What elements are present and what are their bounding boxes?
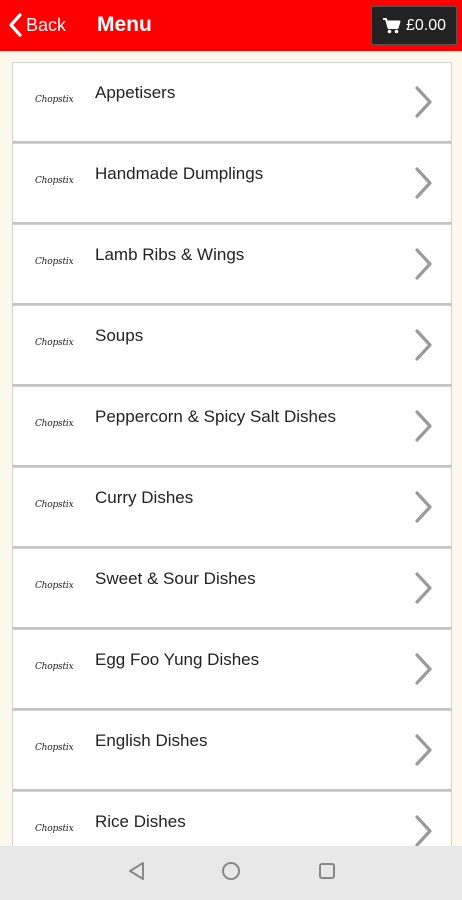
restaurant-logo: Chopstix [35,500,74,510]
shopping-cart-icon [382,17,406,34]
chevron-right-icon [413,247,433,286]
page-title: Menu [97,13,152,36]
menu-category-row[interactable]: Chopstix Soups [12,305,452,386]
category-label: English Dishes [95,731,208,750]
triangle-back-icon[interactable] [127,861,147,886]
category-label: Handmade Dumplings [95,164,264,183]
category-label: Egg Foo Yung Dishes [95,650,260,669]
category-label: Peppercorn & Spicy Salt Dishes [95,407,336,426]
cart-total: £0.00 [405,16,447,34]
category-label: Soups [95,326,144,345]
back-label: Back [26,14,67,35]
menu-category-row[interactable]: Chopstix Appetisers [12,62,452,143]
chevron-right-icon [413,571,433,610]
restaurant-logo: Chopstix [35,743,74,753]
menu-category-row[interactable]: Chopstix Handmade Dumplings [12,143,452,224]
top-bar: Back Menu £0.00 [0,0,462,51]
chevron-right-icon [413,490,433,529]
chevron-right-icon [413,733,433,772]
category-label: Lamb Ribs & Wings [95,245,245,264]
restaurant-logo: Chopstix [35,176,74,186]
restaurant-logo: Chopstix [35,338,74,348]
menu-category-row[interactable]: Chopstix Curry Dishes [12,467,452,548]
back-button[interactable]: Back [8,8,66,42]
chevron-right-icon [413,409,433,448]
category-label: Sweet & Sour Dishes [95,569,256,588]
menu-category-row[interactable]: Chopstix Sweet & Sour Dishes [12,548,452,629]
chevron-right-icon [413,85,433,124]
menu-category-row[interactable]: Chopstix Peppercorn & Spicy Salt Dishes [12,386,452,467]
square-recents-icon[interactable] [317,861,337,886]
chevron-left-icon [8,13,22,37]
menu-category-list: Chopstix Appetisers Chopstix Handmade Dumpl… [12,62,452,872]
restaurant-logo: Chopstix [35,419,74,429]
circle-home-icon[interactable] [221,861,241,886]
menu-category-row[interactable]: Chopstix Egg Foo Yung Dishes [12,629,452,710]
cart-button[interactable]: £0.00 [371,6,457,45]
menu-category-row[interactable]: Chopstix English Dishes [12,710,452,791]
chevron-right-icon [413,652,433,691]
menu-category-row[interactable]: Chopstix Lamb Ribs & Wings [12,224,452,305]
chevron-right-icon [413,328,433,367]
category-label: Appetisers [95,83,176,102]
restaurant-logo: Chopstix [35,257,74,267]
category-label: Rice Dishes [95,812,186,831]
restaurant-logo: Chopstix [35,95,74,105]
chevron-right-icon [413,166,433,205]
restaurant-logo: Chopstix [35,662,74,672]
category-label: Curry Dishes [95,488,194,507]
android-nav-bar [0,846,462,900]
app-screen: Back Menu £0.00 Chopstix Appetisers Chopst… [0,0,462,900]
restaurant-logo: Chopstix [35,581,74,591]
restaurant-logo: Chopstix [35,824,74,834]
